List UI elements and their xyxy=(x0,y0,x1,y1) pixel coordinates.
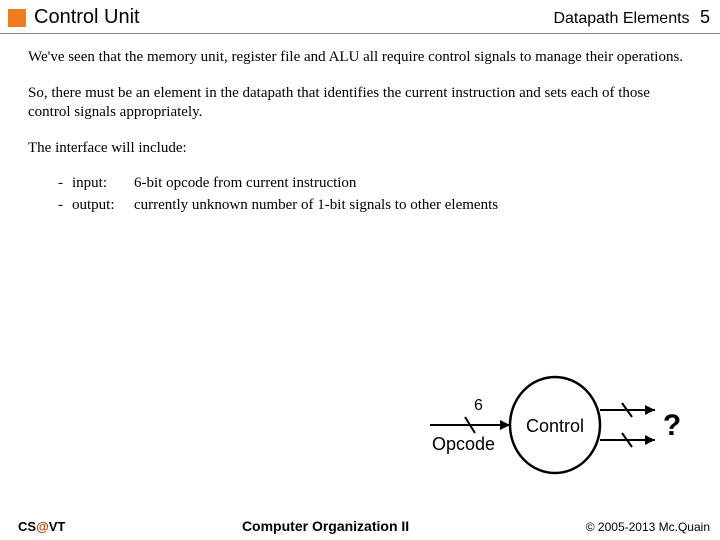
page-number: 5 xyxy=(700,7,710,27)
slide-body: We've seen that the memory unit, registe… xyxy=(0,34,720,215)
control-label: Control xyxy=(526,416,584,436)
footer-copyright: © 2005-2013 Mc.Quain xyxy=(586,520,710,534)
io-input-desc: 6-bit opcode from current instruction xyxy=(134,174,696,194)
slide-footer: CS@VT Computer Organization II © 2005-20… xyxy=(0,518,720,534)
accent-square-icon xyxy=(8,9,26,27)
footer-left: CS@VT xyxy=(18,519,65,534)
paragraph-2: So, there must be an element in the data… xyxy=(28,84,696,123)
io-output-label: output: xyxy=(72,196,134,216)
io-list: - input: 6-bit opcode from current instr… xyxy=(58,174,696,215)
io-input-label: input: xyxy=(72,174,134,194)
paragraph-1: We've seen that the memory unit, registe… xyxy=(28,48,696,68)
opcode-bits: 6 xyxy=(474,397,483,414)
slide-section: Datapath Elements 5 xyxy=(553,7,710,28)
paragraph-3: The interface will include: xyxy=(28,139,696,159)
footer-center: Computer Organization II xyxy=(65,518,585,534)
io-output-row: - output: currently unknown number of 1-… xyxy=(58,196,696,216)
io-input-row: - input: 6-bit opcode from current instr… xyxy=(58,174,696,194)
slide-header: Control Unit Datapath Elements 5 xyxy=(0,0,720,31)
io-output-desc: currently unknown number of 1-bit signal… xyxy=(134,196,696,216)
question-mark-icon: ? xyxy=(663,409,681,442)
control-unit-diagram: 6 Opcode Control ? xyxy=(420,370,690,480)
opcode-label: Opcode xyxy=(432,434,495,454)
slide-title: Control Unit xyxy=(34,6,553,29)
